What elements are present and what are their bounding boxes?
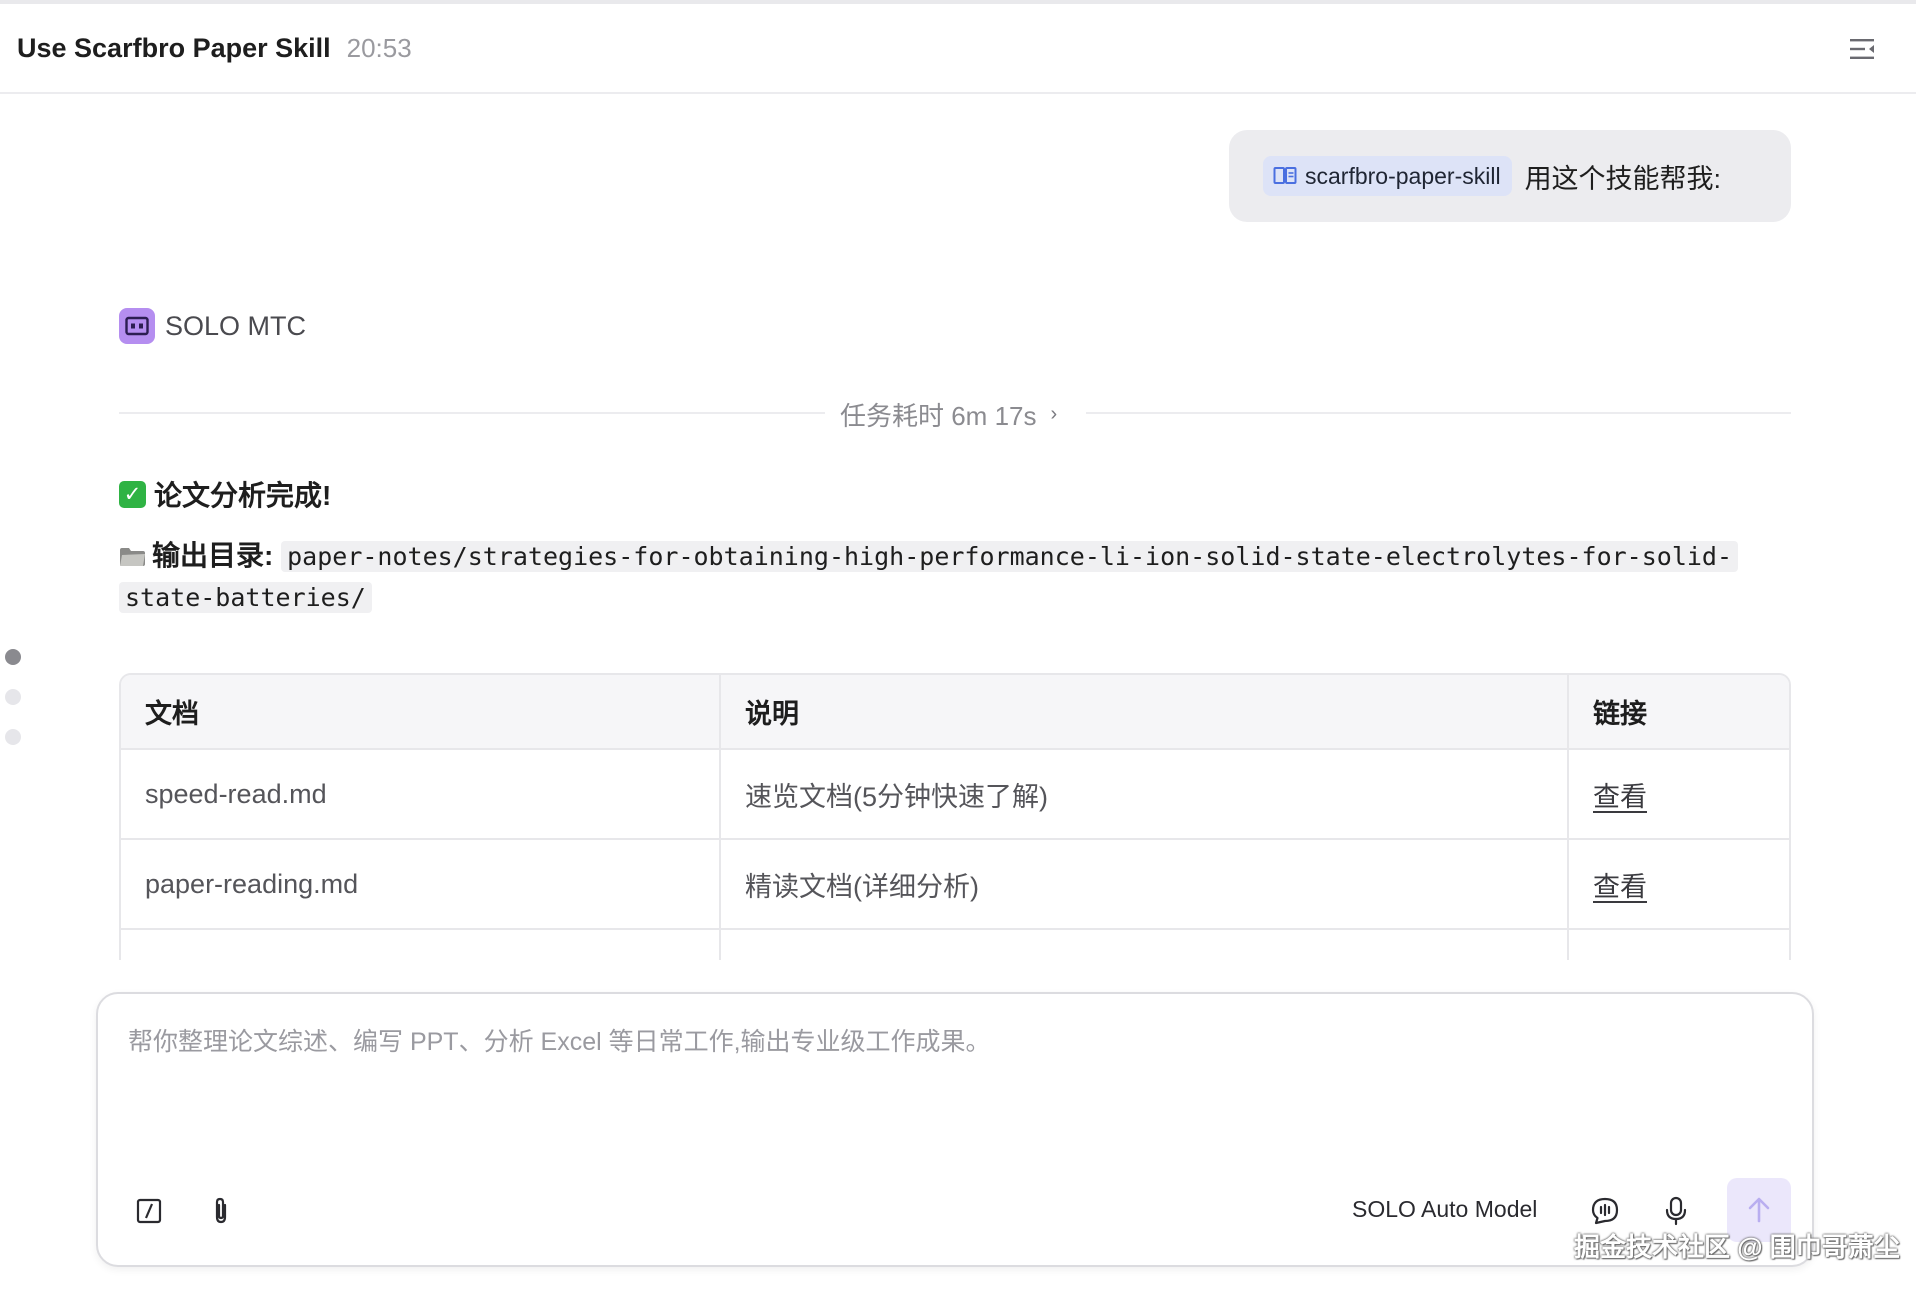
divider-left <box>119 412 825 414</box>
arrow-up-icon <box>1748 1197 1770 1223</box>
folder-icon <box>120 548 145 566</box>
view-link[interactable]: 查看 <box>1593 782 1647 812</box>
chevron-right-icon: › <box>1050 403 1058 425</box>
doc-desc-cell: 速览文档(5分钟快速了解) <box>720 749 1569 840</box>
scroll-indicator-dot[interactable] <box>5 689 21 705</box>
agent-label: SOLO MTC <box>119 308 306 344</box>
check-icon: ✓ <box>119 480 146 508</box>
scroll-indicator-dot[interactable] <box>5 729 21 745</box>
documents-table: 文档 说明 链接 speed-read.md 速览文档(5分钟快速了解) 查看 … <box>119 673 1791 960</box>
user-message-text: 用这个技能帮我: <box>1524 163 1722 194</box>
watermark-text: 掘金技术社区 @ 围巾哥萧尘 <box>1574 1232 1900 1262</box>
table-row: paper-reading.md 精读文档(详细分析) 查看 <box>121 839 1789 930</box>
slash-command-icon[interactable] <box>131 1193 167 1229</box>
chat-title: Use Scarfbro Paper Skill <box>17 32 331 63</box>
column-header: 文档 <box>121 675 721 750</box>
done-title: 论文分析完成! <box>154 480 332 511</box>
column-header: 说明 <box>720 675 1569 750</box>
output-label: 输出目录: <box>152 540 274 571</box>
output-path: paper-notes/strategies-for-obtaining-hig… <box>119 541 1739 613</box>
divider-right <box>1086 412 1791 414</box>
doc-link-cell <box>1568 929 1789 960</box>
message-input[interactable] <box>128 1022 1778 1122</box>
message-composer: SOLO Auto Model <box>96 992 1814 1267</box>
skill-chip-label: scarfbro-paper-skill <box>1305 162 1501 189</box>
scroll-indicator-dot[interactable] <box>5 649 21 665</box>
voice-chat-icon[interactable] <box>1587 1193 1623 1229</box>
doc-name-cell <box>121 929 721 960</box>
model-selector[interactable]: SOLO Auto Model <box>1352 1196 1537 1223</box>
chat-header: Use Scarfbro Paper Skill 20:53 <box>0 4 1916 94</box>
view-link[interactable]: 查看 <box>1593 872 1647 902</box>
doc-link-cell: 查看 <box>1568 749 1789 840</box>
paperclip-icon[interactable] <box>203 1193 239 1229</box>
book-icon <box>1273 167 1297 184</box>
doc-desc-cell: 精读文档(详细分析) <box>720 839 1569 930</box>
doc-link-cell: 查看 <box>1568 839 1789 930</box>
chat-time: 20:53 <box>346 32 412 63</box>
table-row <box>121 929 1789 960</box>
done-heading: ✓ 论文分析完成! <box>119 474 331 514</box>
menu-collapse-icon[interactable] <box>1848 36 1876 62</box>
microphone-icon[interactable] <box>1658 1193 1694 1229</box>
skill-chip[interactable]: scarfbro-paper-skill <box>1263 156 1512 196</box>
doc-name-cell: paper-reading.md <box>121 839 721 930</box>
user-message-bubble: scarfbro-paper-skill 用这个技能帮我: <box>1229 130 1791 222</box>
column-header: 链接 <box>1568 675 1789 750</box>
task-duration[interactable]: 任务耗时 6m 17s › <box>840 396 1057 433</box>
doc-desc-cell <box>720 929 1569 960</box>
task-duration-text: 任务耗时 6m 17s <box>840 401 1037 431</box>
table-row: speed-read.md 速览文档(5分钟快速了解) 查看 <box>121 749 1789 840</box>
table-header-row: 文档 说明 链接 <box>121 675 1789 750</box>
output-directory: 输出目录: paper-notes/strategies-for-obtaini… <box>119 536 1799 618</box>
doc-name-cell: speed-read.md <box>121 749 721 840</box>
agent-name: SOLO MTC <box>165 310 307 341</box>
robot-icon <box>119 308 155 344</box>
